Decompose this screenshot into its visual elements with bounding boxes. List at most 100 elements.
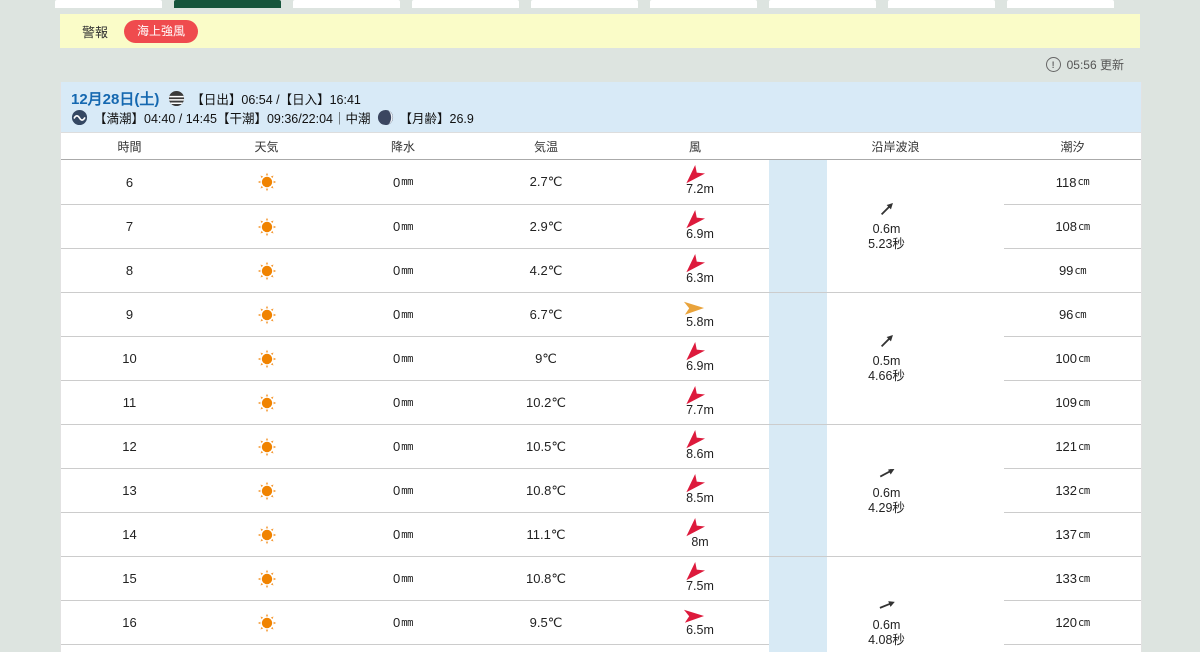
wave-cell: 0.6m 4.29秒 xyxy=(827,468,1004,515)
col-header-wind: 風 xyxy=(688,139,701,154)
tab[interactable] xyxy=(1007,0,1114,8)
tide-cell: 109 cm xyxy=(1004,380,1141,424)
col-header-temperature: 気温 xyxy=(533,139,558,154)
wind-cell: 8.5m xyxy=(621,468,769,512)
temperature-cell: 2.9℃ xyxy=(471,204,621,248)
sun-icon xyxy=(257,349,277,369)
moon-icon xyxy=(377,109,394,126)
wave-cell xyxy=(827,512,1004,556)
tide-info: 【満潮】04:40 / 14:45【干潮】09:36/22:04｜中潮 xyxy=(94,112,371,126)
date-header: 12月28日(土) 【日出】06:54 /【日入】16:41 【満潮】04:40… xyxy=(61,82,1141,132)
moon-age-info: 【月齢】26.9 xyxy=(399,112,474,126)
weather-cell xyxy=(198,292,335,336)
hour-cell: 6 xyxy=(125,174,134,190)
wave-cell xyxy=(827,556,1004,600)
table-row: 13 0 mm 10.8℃ 8.5m 0.6m 4.29秒 132 cm xyxy=(61,468,1141,515)
tab-active[interactable] xyxy=(174,0,281,8)
hour-cell: 8 xyxy=(61,248,198,292)
wave-icon xyxy=(71,109,88,126)
weather-cell xyxy=(198,644,335,652)
sun-icon xyxy=(257,481,277,501)
wave-direction-arrow-icon xyxy=(878,200,896,218)
wave-cell: 0.5m 4.66秒 xyxy=(827,335,1004,383)
wind-cell: 6.9m xyxy=(621,204,769,248)
tab[interactable] xyxy=(888,0,995,8)
weather-cell xyxy=(198,204,335,248)
table-row: 8 0 mm 4.2℃ 6.3m 99 cm xyxy=(61,248,1141,292)
forecast-card: 12月28日(土) 【日出】06:54 /【日入】16:41 【満潮】04:40… xyxy=(60,82,1142,652)
wind-cell xyxy=(621,644,769,652)
table-row: 7 0 mm 2.9℃ 6.9m 0.6m 5.23秒 108 cm xyxy=(61,203,1141,251)
update-time: 05:56 更新 xyxy=(1066,58,1124,72)
wind-speed: 5.8m xyxy=(686,314,714,329)
hour-cell: 12 xyxy=(61,424,198,468)
sun-icon xyxy=(257,569,277,589)
tide-cell: 108 cm xyxy=(1004,204,1141,248)
hour-cell: 13 xyxy=(61,468,198,512)
col-header-coastal-waves: 沿岸波浪 xyxy=(871,139,920,154)
wave-height: 0.6m xyxy=(872,222,901,236)
tab[interactable] xyxy=(55,0,162,8)
tide-cell: 118 cm xyxy=(1055,174,1090,190)
table-row: 9 0 mm 6.7℃ 5.8m 96 cm xyxy=(61,292,1141,336)
wave-height-strip xyxy=(769,512,827,556)
hour-cell: 10 xyxy=(61,336,198,380)
alert-badge-sea-strong-wind[interactable]: 海上強風 xyxy=(124,19,199,43)
wind-cell: 6.3m xyxy=(621,248,769,292)
sun-icon xyxy=(257,525,277,545)
temperature-cell xyxy=(471,644,621,652)
wave-group-info: 0.6m 4.08秒 xyxy=(827,596,946,648)
tide-cell: 99 cm xyxy=(1004,248,1141,292)
table-row xyxy=(61,644,1141,652)
hour-cell: 16 xyxy=(61,600,198,644)
wave-direction-arrow-icon xyxy=(878,332,896,350)
tab[interactable] xyxy=(412,0,519,8)
wave-height-strip xyxy=(769,468,827,512)
wave-height-strip xyxy=(769,292,827,336)
alert-banner: 警報 海上強風 xyxy=(60,14,1140,48)
precipitation-cell xyxy=(335,644,471,652)
tab[interactable] xyxy=(650,0,757,8)
temperature-cell: 11.1℃ xyxy=(471,512,621,556)
temperature-cell: 6.7℃ xyxy=(471,292,621,336)
wave-direction-arrow-icon xyxy=(875,593,899,617)
wind-cell: 7.2m xyxy=(621,160,769,204)
tab[interactable] xyxy=(531,0,638,8)
hour-cell: 7 xyxy=(61,204,198,248)
wave-cell: 0.6m 4.08秒 xyxy=(827,600,1004,647)
wave-cell xyxy=(827,380,1004,424)
sunrise-sunset-info: 【日出】06:54 /【日入】16:41 xyxy=(191,93,361,107)
wind-cell: 7.7m xyxy=(621,380,769,424)
sun-icon xyxy=(257,261,277,281)
wave-height: 0.6m xyxy=(872,618,901,632)
wave-group-info: 0.6m 4.29秒 xyxy=(827,464,946,516)
table-row: 11 0 mm 10.2℃ 7.7m 109 cm xyxy=(61,380,1141,424)
wind-direction-icon xyxy=(682,609,705,624)
forecast-rows: 6 0 mm 2.7℃ 7.2m 118 cm 7 0 mm 2.9℃ 6.9m… xyxy=(61,160,1141,652)
temperature-cell: 2.7℃ xyxy=(529,174,563,189)
wave-group-info: 0.5m 4.66秒 xyxy=(827,332,946,384)
wind-cell: 8.6m xyxy=(621,424,769,468)
precipitation-cell: 0 mm xyxy=(335,424,471,468)
weather-cell xyxy=(198,380,335,424)
col-header-precipitation: 降水 xyxy=(390,139,415,154)
wind-cell: 8m xyxy=(621,512,769,556)
page-date: 12月28日(土) xyxy=(71,91,160,108)
table-row: 14 0 mm 11.1℃ 8m 137 cm xyxy=(61,512,1141,556)
wave-height-strip xyxy=(769,204,827,248)
tide-cell: 96 cm xyxy=(1004,292,1141,336)
wave-height-strip xyxy=(769,556,827,600)
wave-height-strip xyxy=(769,336,827,380)
precipitation-cell: 0 mm xyxy=(393,174,413,190)
hour-cell: 11 xyxy=(61,380,198,424)
tab[interactable] xyxy=(293,0,400,8)
wind-direction-icon xyxy=(682,301,705,316)
sun-icon xyxy=(257,172,277,192)
temperature-cell: 9℃ xyxy=(471,336,621,380)
sun-icon xyxy=(257,437,277,457)
tab[interactable] xyxy=(769,0,876,8)
weather-cell xyxy=(198,248,335,292)
sun-icon xyxy=(257,217,277,237)
temperature-cell: 10.2℃ xyxy=(471,380,621,424)
wind-cell: 5.8m xyxy=(621,292,769,336)
